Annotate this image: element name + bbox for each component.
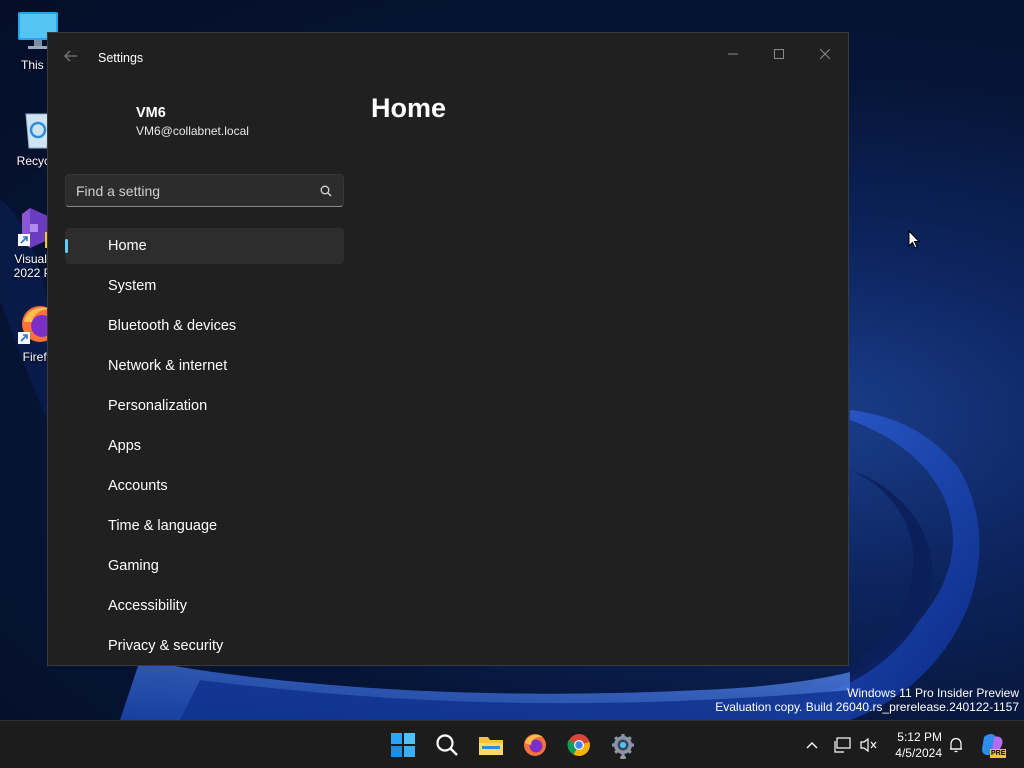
network-icon — [834, 737, 851, 753]
taskbar-clock[interactable]: 5:12 PM 4/5/2024 — [895, 729, 942, 761]
clock-date: 4/5/2024 — [895, 746, 942, 760]
clock-time: 5:12 PM — [897, 730, 942, 744]
nav-item-apps[interactable]: Apps — [65, 428, 344, 464]
user-profile[interactable]: VM6 VM6@collabnet.local — [136, 105, 249, 138]
page-title: Home — [371, 93, 447, 123]
volume-status[interactable] — [858, 721, 880, 768]
minimize-button[interactable] — [710, 39, 756, 69]
bell-icon — [950, 737, 962, 753]
title-bar[interactable]: Settings — [48, 33, 848, 81]
settings-icon — [612, 734, 634, 756]
nav-item-bluetooth-devices[interactable]: Bluetooth & devices — [65, 308, 344, 344]
nav-item-accounts[interactable]: Accounts — [65, 468, 344, 504]
nav-item-label: Home — [108, 238, 147, 254]
maximize-button[interactable] — [756, 39, 802, 69]
nav-item-personalization[interactable]: Personalization — [65, 388, 344, 424]
nav-item-label: Accounts — [108, 478, 168, 494]
taskbar-firefox[interactable] — [519, 729, 551, 761]
profile-name: VM6 — [136, 105, 166, 121]
nav-item-network-internet[interactable]: Network & internet — [65, 348, 344, 384]
notifications-button[interactable] — [946, 721, 966, 768]
build-watermark: Windows 11 Pro Insider Preview Evaluatio… — [715, 686, 1019, 714]
nav-item-accessibility[interactable]: Accessibility — [65, 588, 344, 624]
nav-item-label: Privacy & security — [108, 638, 224, 654]
firefox-icon — [524, 734, 546, 756]
minimize-icon — [728, 53, 738, 55]
file-explorer-icon — [479, 737, 503, 755]
nav-item-home[interactable]: Home — [65, 228, 344, 264]
taskbar-chrome[interactable] — [563, 729, 595, 761]
nav-item-gaming[interactable]: Gaming — [65, 548, 344, 584]
volume-muted-icon — [860, 737, 877, 753]
running-indicator — [620, 756, 626, 759]
watermark-edition: Windows 11 Pro Insider Preview — [847, 686, 1019, 700]
chrome-icon — [567, 734, 590, 756]
selection-indicator — [65, 239, 68, 253]
close-button[interactable] — [802, 39, 848, 69]
nav-item-label: Apps — [108, 438, 142, 454]
close-icon — [820, 49, 830, 59]
watermark-build: Evaluation copy. Build 26040.rs_prerelea… — [715, 700, 1019, 714]
search-icon[interactable] — [320, 185, 332, 197]
chevron-up-icon — [806, 742, 818, 749]
taskbar-search-button[interactable] — [431, 729, 463, 761]
copilot-preview-badge: PRE — [990, 749, 1007, 758]
settings-window: Settings VM6 VM6@collabnet.local Find a … — [47, 32, 849, 666]
nav-item-label: Time & language — [108, 518, 218, 534]
nav-item-label: Network & internet — [108, 358, 228, 374]
app-title: Settings — [98, 51, 144, 65]
nav-item-label: Accessibility — [108, 598, 187, 614]
nav-item-system[interactable]: System — [65, 268, 344, 304]
taskbar-settings[interactable] — [607, 729, 639, 761]
taskbar: 5:12 PM 4/5/2024 PRE — [0, 720, 1024, 768]
taskbar-file-explorer[interactable] — [475, 729, 507, 761]
nav-item-time-language[interactable]: Time & language — [65, 508, 344, 544]
search-placeholder: Find a setting — [76, 183, 161, 199]
start-button[interactable] — [387, 729, 419, 761]
nav-item-label: Personalization — [108, 398, 208, 414]
nav-item-label: Bluetooth & devices — [108, 318, 237, 334]
nav-item-privacy-security[interactable]: Privacy & security — [65, 628, 344, 664]
network-status[interactable] — [832, 721, 854, 768]
start-icon — [391, 733, 415, 757]
nav-item-label: Gaming — [108, 558, 159, 574]
navigation-pane: Home System Bluetooth & devices Network … — [65, 228, 344, 665]
back-arrow-icon[interactable] — [60, 47, 82, 69]
maximize-icon — [774, 49, 784, 59]
mouse-cursor-icon — [908, 230, 920, 249]
copilot-button[interactable]: PRE — [978, 721, 1008, 768]
search-icon — [436, 734, 458, 756]
show-hidden-icons-button[interactable] — [802, 721, 822, 768]
profile-email: VM6@collabnet.local — [136, 124, 249, 138]
nav-item-label: System — [108, 278, 157, 294]
search-input[interactable]: Find a setting — [65, 174, 344, 207]
